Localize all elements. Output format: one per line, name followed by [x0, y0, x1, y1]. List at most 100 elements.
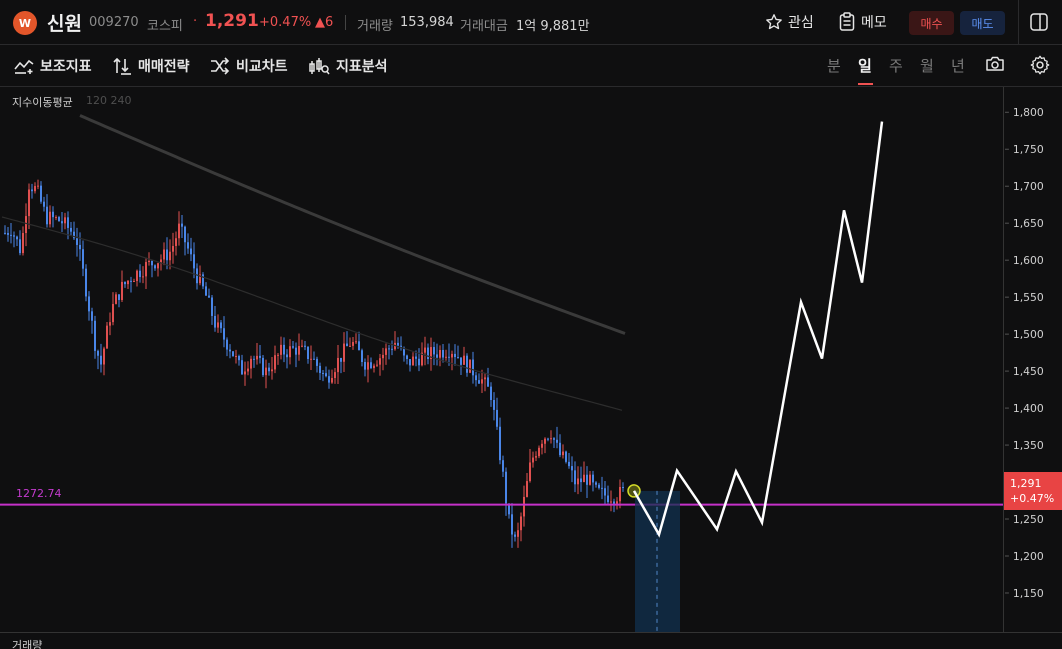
indicator-label: 지수이동평균 — [12, 96, 73, 109]
candle-body — [250, 358, 252, 369]
candle-body — [409, 359, 411, 366]
candle-body — [229, 349, 231, 352]
axis-tick-label: 1,200 — [1013, 550, 1044, 563]
candle-body — [118, 294, 120, 300]
price-axis[interactable]: 1,800 1,750 1,700 1,650 1,600 1,550 1,500 1,450… — [1003, 87, 1062, 632]
candle-body — [49, 211, 51, 225]
toolbar-label: 매매전략 — [138, 59, 190, 75]
candle-body — [412, 356, 414, 366]
toolbar-label: 비교차트 — [236, 59, 288, 75]
candle-body — [79, 244, 81, 250]
strategy-icon — [113, 57, 131, 75]
period-week[interactable]: 주 — [889, 55, 903, 76]
side-panel-icon[interactable] — [1029, 12, 1049, 32]
candle-body — [184, 226, 186, 243]
gear-icon[interactable] — [1029, 54, 1051, 76]
axis-tick-label: 1,450 — [1013, 365, 1044, 378]
candle-body — [226, 339, 228, 350]
star-icon — [766, 14, 782, 30]
candle-body — [13, 235, 15, 237]
current-price-tag-value: 1,291 — [1010, 477, 1042, 490]
candle-body — [355, 341, 357, 343]
toolbar-item-analysis[interactable]: 지표분석 — [308, 56, 388, 76]
axis-tick-label: 1,750 — [1013, 143, 1044, 156]
candle-body — [202, 274, 204, 287]
candle-body — [553, 438, 555, 440]
candle-body — [274, 355, 276, 370]
candle-body — [514, 534, 516, 537]
candle-body — [298, 346, 300, 355]
buy-button[interactable]: 매수 — [909, 11, 954, 35]
separator-dot: · — [193, 14, 198, 29]
candle-body — [313, 358, 315, 360]
candle-body — [589, 474, 591, 485]
candle-body — [460, 357, 462, 365]
toolbar-item-compare[interactable]: 비교차트 — [210, 56, 288, 76]
toolbar-item-strategy[interactable]: 매매전략 — [112, 56, 190, 76]
candle-body — [445, 356, 447, 358]
candle-body — [340, 357, 342, 362]
candle-body — [157, 263, 159, 269]
toolbar-label: 보조지표 — [40, 59, 92, 75]
candle-body — [301, 345, 303, 347]
candle-body — [115, 294, 117, 304]
candle-body — [97, 350, 99, 356]
candle-body — [208, 295, 210, 298]
candle-body — [55, 217, 57, 219]
candle-body — [511, 514, 513, 535]
candle-body — [352, 342, 354, 346]
candle-body — [613, 501, 615, 504]
candle-body — [487, 377, 489, 387]
candle-body — [148, 260, 150, 263]
candle-body — [466, 355, 468, 373]
favorite-button[interactable]: 관심 — [765, 11, 814, 33]
candle-body — [235, 356, 237, 358]
candle-body — [463, 355, 465, 365]
candle-body — [100, 355, 102, 365]
candle-body — [382, 354, 384, 359]
candle-body — [64, 217, 66, 224]
memo-label: 메모 — [861, 15, 887, 31]
period-year[interactable]: 년 — [951, 55, 965, 76]
candle-body — [493, 400, 495, 410]
axis-tick-label: 1,600 — [1013, 254, 1044, 267]
logo-text: W — [18, 16, 32, 30]
period-minute[interactable]: 분 — [827, 55, 841, 76]
candle-body — [580, 478, 582, 483]
candle-body — [4, 232, 6, 234]
candle-body — [457, 357, 459, 359]
candle-body — [46, 206, 48, 225]
candle-body — [310, 358, 312, 360]
candle-body — [427, 347, 429, 359]
candle-body — [106, 325, 108, 349]
candle-body — [451, 353, 453, 358]
candle-body — [307, 346, 309, 359]
candle-body — [121, 281, 123, 300]
memo-button[interactable]: 메모 — [838, 11, 887, 33]
projection-range-box[interactable] — [635, 490, 680, 632]
sell-button[interactable]: 매도 — [960, 11, 1005, 35]
candle-body — [169, 251, 171, 261]
toolbar-item-indicator[interactable]: 보조지표 — [14, 56, 92, 76]
projection-path[interactable] — [632, 121, 884, 538]
candle-body — [181, 223, 183, 227]
candle-body — [52, 211, 54, 218]
candle-body — [616, 501, 618, 504]
candle-body — [271, 369, 273, 372]
period-month[interactable]: 월 — [920, 55, 934, 76]
candle-body — [505, 471, 507, 504]
axis-tick-label: 1,250 — [1013, 513, 1044, 526]
candle-body — [337, 357, 339, 373]
candle-body — [136, 270, 138, 282]
candle-body — [172, 245, 174, 252]
price-chart[interactable] — [0, 87, 1003, 632]
candle-body — [31, 189, 33, 192]
active-period-underline — [858, 83, 873, 85]
candle-body — [364, 361, 366, 370]
camera-icon[interactable] — [985, 54, 1005, 74]
candle-body — [139, 270, 141, 277]
period-day[interactable]: 일 — [858, 55, 872, 76]
candle-body — [592, 474, 594, 483]
candle-body — [70, 227, 72, 232]
candle-body — [529, 462, 531, 482]
